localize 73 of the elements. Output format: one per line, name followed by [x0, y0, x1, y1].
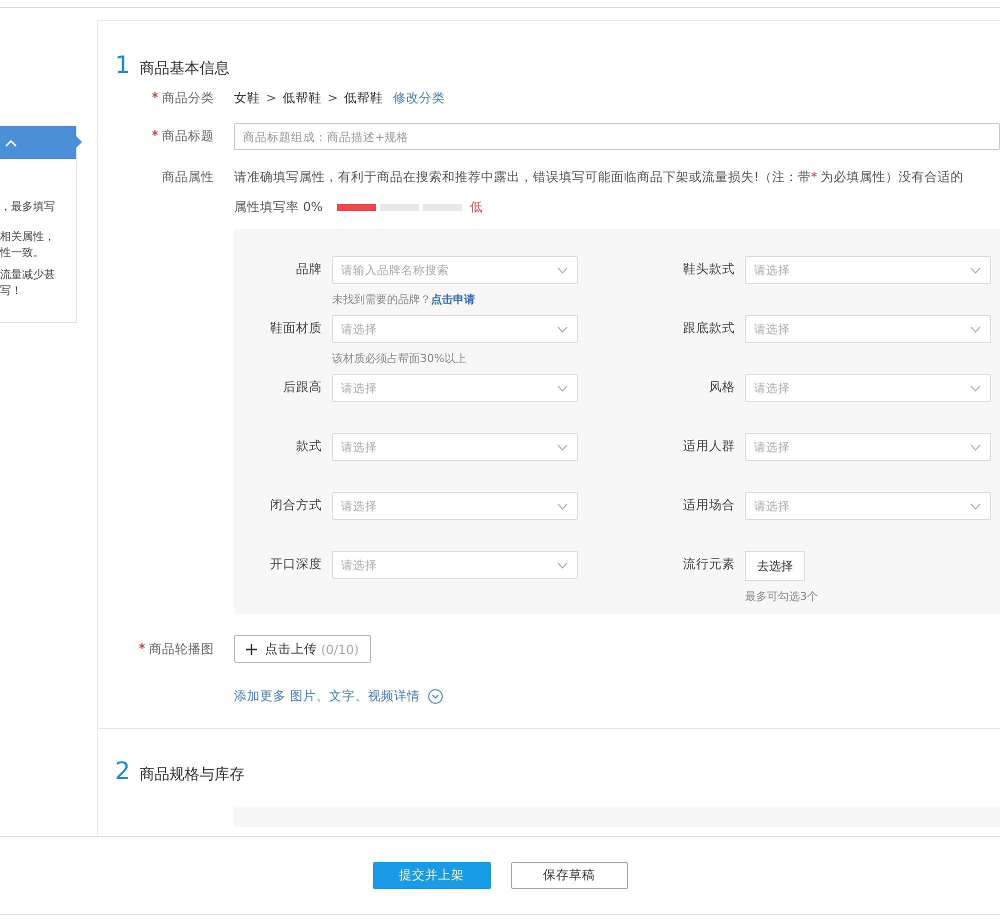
attribute-select[interactable]: 请选择	[745, 374, 991, 402]
submit-button[interactable]: 提交并上架	[372, 862, 490, 889]
category-crumb: 低帮鞋	[282, 90, 322, 106]
chevron-down-icon[interactable]	[557, 444, 568, 450]
choose-button[interactable]: 去选择	[745, 551, 805, 581]
required-icon	[152, 92, 158, 98]
expand-circle-icon[interactable]	[428, 689, 443, 704]
attribute-label: 流行元素	[682, 556, 736, 573]
hint-text: 未找到需要的品牌？	[332, 293, 431, 306]
chevron-down-icon[interactable]	[557, 384, 568, 392]
attribute-select[interactable]: 请选择	[332, 433, 578, 461]
attribute-label: 适用场合	[682, 497, 736, 514]
attribute-select[interactable]: 请选择	[332, 315, 578, 343]
chevron-down-icon[interactable]	[970, 444, 981, 450]
fill-rate-reading: 低	[470, 199, 483, 215]
hint-text: 最多可勾选3个	[745, 590, 818, 603]
tip-text: ，最多填写	[0, 199, 55, 215]
chevron-down-icon[interactable]	[970, 266, 981, 274]
title-input[interactable]: 商品标题组成：商品描述+规格	[234, 123, 1000, 150]
chevron-down-icon[interactable]	[557, 502, 568, 510]
tip-text: 流量减少甚	[0, 267, 55, 283]
breadcrumb-separator: >	[266, 90, 276, 106]
tip-text: 性一致。	[0, 245, 44, 261]
required-icon	[139, 642, 145, 648]
attribute-label: 闭合方式	[269, 497, 323, 514]
field-label: 商品标题	[162, 128, 214, 143]
attribute-select[interactable]: 请选择	[332, 374, 578, 402]
required-icon	[152, 130, 158, 136]
caret-up-icon[interactable]	[5, 138, 17, 146]
hint-text: 该材质必须占帮面30%以上	[332, 352, 466, 365]
attribute-select[interactable]: 请输入品牌名称搜索	[332, 256, 578, 284]
chevron-down-icon[interactable]	[970, 502, 981, 510]
attribute-select[interactable]: 请选择	[745, 433, 991, 461]
section-number: 1	[115, 51, 130, 79]
edit-category-link[interactable]: 修改分类	[392, 90, 445, 106]
attribute-note: 请准确填写属性，有利于商品在搜索和推荐中露出，错误填写可能面临商品下架或流量损失!（注：带* 为必填属性）没有合适的	[234, 169, 964, 185]
chevron-down-icon[interactable]	[970, 384, 981, 392]
save-draft-button[interactable]: 保存草稿	[510, 862, 628, 889]
chevron-down-icon[interactable]	[557, 326, 568, 332]
attribute-select[interactable]: 请选择	[332, 551, 578, 579]
apply-link[interactable]: 点击申请	[431, 293, 475, 306]
tip-text: 相关属性，	[0, 229, 55, 245]
attribute-select[interactable]: 请选择	[745, 492, 991, 520]
plus-icon	[246, 644, 257, 654]
section-title: 商品基本信息	[139, 59, 230, 78]
attribute-label: 风格	[708, 379, 736, 396]
attribute-select[interactable]: 请选择	[332, 492, 578, 520]
chevron-down-icon[interactable]	[970, 326, 981, 332]
attribute-label: 鞋头款式	[682, 261, 736, 278]
attribute-label: 鞋面材质	[269, 320, 323, 337]
fill-rate-label: 属性填写率 0%	[234, 199, 323, 215]
attribute-label: 款式	[295, 438, 323, 455]
category-crumb: 女鞋	[234, 90, 260, 106]
field-label: 商品分类	[162, 90, 214, 105]
section-number: 2	[115, 757, 130, 785]
chevron-down-icon[interactable]	[557, 266, 568, 274]
attribute-label: 后跟高	[282, 379, 323, 396]
pointer-icon	[76, 136, 82, 148]
add-more-link[interactable]: 添加更多 图片、文字、视频详情	[234, 688, 420, 705]
attribute-label: 品牌	[295, 261, 323, 278]
upload-button[interactable]: 点击上传 (0/10)	[234, 635, 371, 663]
tip-text: 写！	[0, 283, 22, 299]
attribute-select[interactable]: 请选择	[745, 256, 991, 284]
breadcrumb-separator: >	[327, 90, 338, 106]
section-title: 商品规格与库存	[139, 765, 244, 784]
attribute-label: 适用人群	[682, 438, 736, 455]
attribute-label: 跟底款式	[682, 320, 736, 337]
chevron-down-icon[interactable]	[557, 562, 568, 568]
attribute-select[interactable]: 请选择	[745, 315, 991, 343]
category-crumb: 低帮鞋	[344, 90, 383, 106]
attribute-label: 开口深度	[269, 556, 323, 573]
field-label: 商品属性	[162, 169, 214, 184]
field-label: 商品轮播图	[149, 640, 214, 656]
